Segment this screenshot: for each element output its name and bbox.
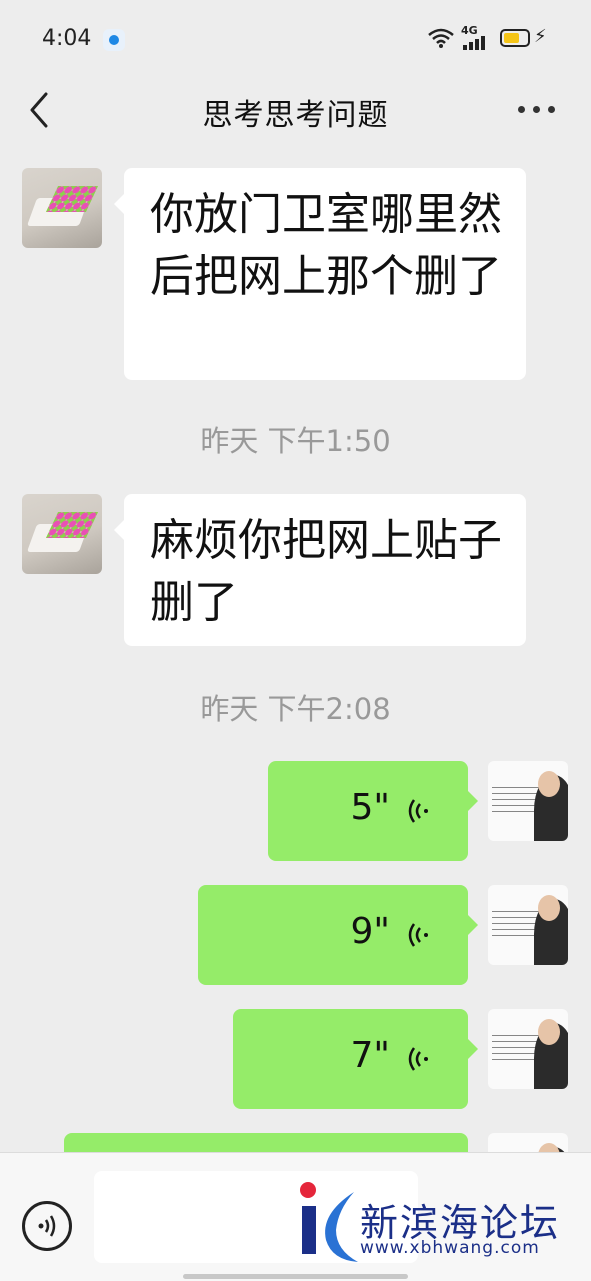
watermark-logo: 新滨海论坛 www.xbhwang.com (296, 1180, 586, 1270)
chat-title: 思考思考问题 (202, 98, 389, 133)
voice-duration: 9" (350, 911, 390, 952)
wifi-icon (428, 28, 454, 48)
status-bar: 4:04 4G ⚡ (0, 0, 591, 80)
received-message-bubble[interactable]: 你放门卫室哪里然后把网上那个删了 (114, 168, 526, 380)
my-avatar[interactable] (488, 1009, 568, 1089)
watermark-url: www.xbhwang.com (360, 1238, 540, 1258)
voice-wave-icon (408, 1047, 428, 1071)
voice-wave-icon (408, 799, 428, 823)
my-avatar[interactable] (488, 761, 568, 841)
message-text: 麻烦你把网上贴子删了 (150, 515, 502, 628)
voice-duration: 7" (350, 1035, 390, 1076)
signal-icon (463, 36, 485, 50)
voice-duration: 5" (350, 787, 390, 828)
more-icon[interactable] (512, 94, 560, 126)
message-timestamp: 昨天 下午1:50 (200, 424, 391, 458)
received-message-bubble[interactable]: 麻烦你把网上贴子删了 (114, 494, 526, 646)
message-timestamp: 昨天 下午2:08 (200, 692, 391, 726)
battery-icon (500, 29, 530, 47)
voice-message-bubble[interactable]: 5" (268, 761, 478, 861)
app-notification-icon (103, 29, 125, 51)
contact-avatar[interactable] (22, 168, 102, 248)
message-text: 你放门卫室哪里然后把网上那个删了 (150, 189, 502, 302)
voice-message-bubble[interactable]: 9" (198, 885, 478, 985)
charging-icon: ⚡ (534, 26, 547, 47)
status-time: 4:04 (42, 26, 92, 51)
voice-wave-icon (408, 923, 428, 947)
chat-header: 思考思考问题 (0, 80, 591, 140)
home-indicator[interactable] (183, 1274, 408, 1279)
my-avatar[interactable] (488, 885, 568, 965)
voice-message-bubble[interactable]: 7" (233, 1009, 478, 1109)
voice-input-icon[interactable] (22, 1201, 72, 1251)
contact-avatar[interactable] (22, 494, 102, 574)
